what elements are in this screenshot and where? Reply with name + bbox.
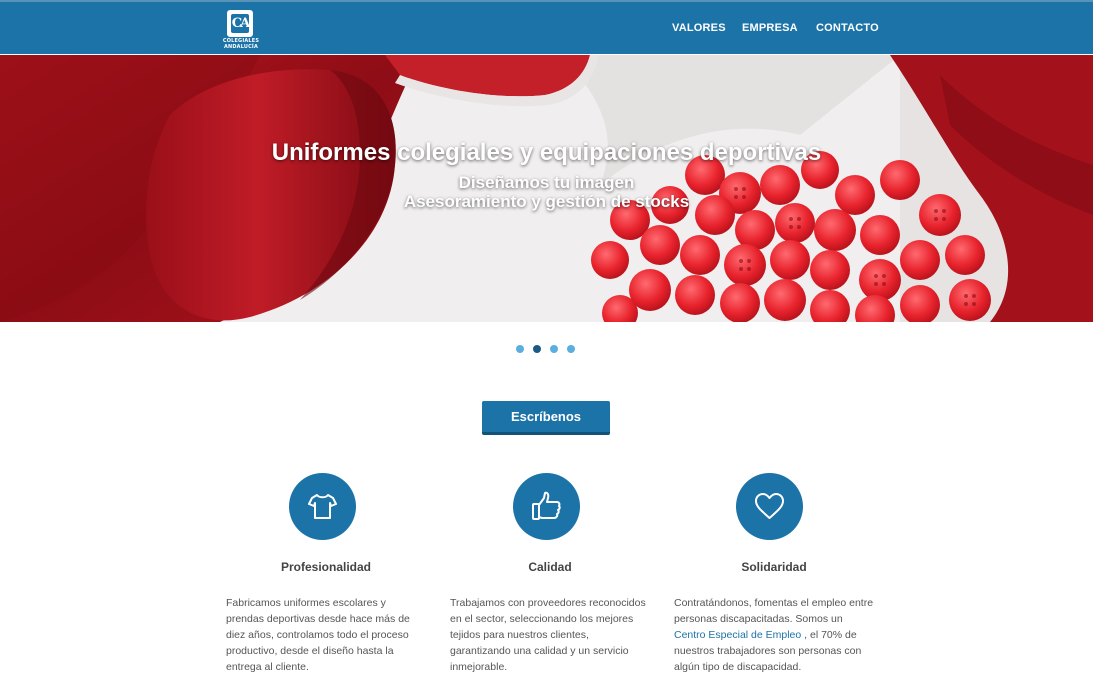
feature-description: Trabajamos con proveedores reconocidos e… xyxy=(450,597,646,673)
centro-especial-empleo-link[interactable]: Centro Especial de Empleo xyxy=(674,629,801,641)
feature-description: Fabricamos uniformes escolares y prendas… xyxy=(226,597,410,673)
logo-monogram: CA xyxy=(231,14,250,33)
logo-line-2: ANDALUCÍA xyxy=(224,44,258,50)
feature-title: Solidaridad xyxy=(741,560,807,574)
feature-title: Calidad xyxy=(528,560,572,574)
carousel-dot-2[interactable] xyxy=(533,345,541,353)
feature-text-before: Contratándonos, fomentas el empleo entre… xyxy=(674,597,874,625)
nav-link-valores[interactable]: VALORES xyxy=(672,22,726,34)
site-logo[interactable]: CA COLEGIALES ANDALUCÍA xyxy=(220,10,262,52)
logo-mark: CA xyxy=(227,10,253,37)
tshirt-icon xyxy=(289,473,356,540)
feature-description: Contratándonos, fomentas el empleo entre… xyxy=(674,595,874,675)
hero-slider[interactable]: Uniformes colegiales y equipaciones depo… xyxy=(0,55,1093,322)
thumbs-up-icon xyxy=(513,473,580,540)
hero-title: Uniformes colegiales y equipaciones depo… xyxy=(271,139,822,166)
feature-title: Profesionalidad xyxy=(280,560,372,574)
write-us-button[interactable]: Escríbenos xyxy=(482,401,610,435)
carousel-dot-3[interactable] xyxy=(550,345,558,353)
top-navbar: CA COLEGIALES ANDALUCÍA VALORES EMPRESA … xyxy=(0,0,1093,54)
nav-link-contacto[interactable]: CONTACTO xyxy=(816,22,879,34)
hero-subtitle-2: Asesoramiento y gestión de stocks xyxy=(403,192,690,211)
carousel-dot-4[interactable] xyxy=(567,345,575,353)
hero-subtitle-1: Diseñamos tu imagen xyxy=(458,173,635,192)
heart-icon xyxy=(736,473,803,540)
logo-wordmark: COLEGIALES ANDALUCÍA xyxy=(218,38,264,50)
carousel-dot-1[interactable] xyxy=(516,345,524,353)
nav-link-empresa[interactable]: EMPRESA xyxy=(742,22,798,34)
